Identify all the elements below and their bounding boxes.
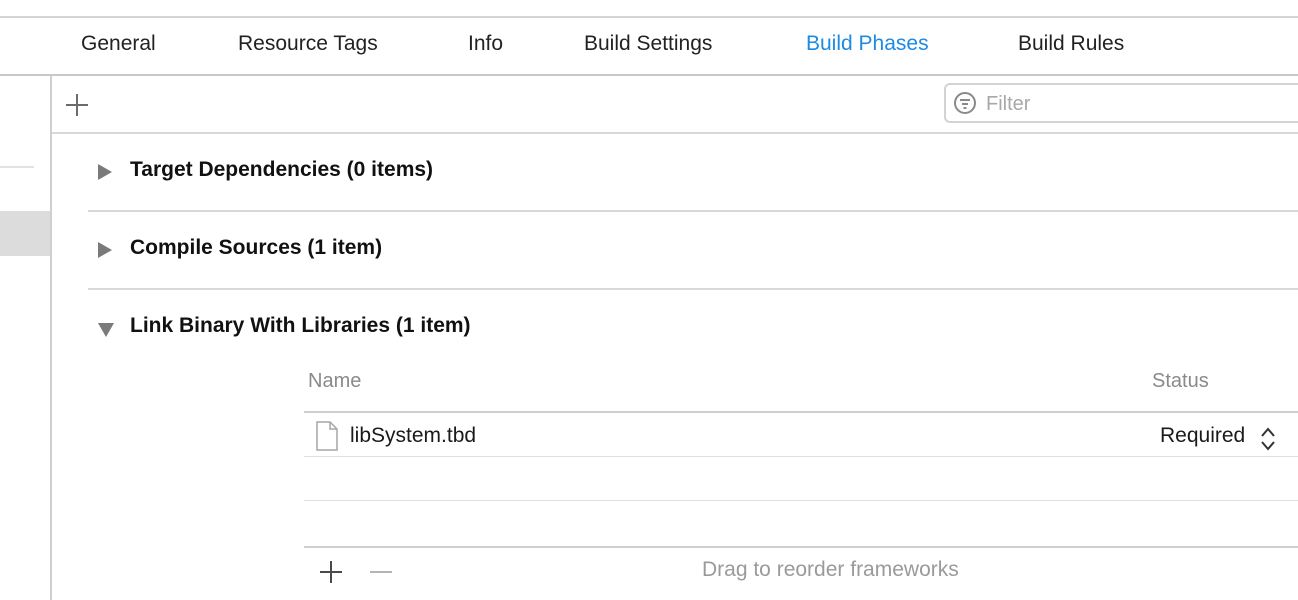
- sidebar-divider: [50, 76, 52, 600]
- toolbar-divider: [52, 132, 1298, 134]
- disclosure-triangle-collapsed-icon[interactable]: [98, 164, 112, 180]
- disclosure-triangle-collapsed-icon[interactable]: [98, 242, 112, 258]
- phase-divider: [88, 288, 1298, 290]
- tab-build-settings[interactable]: Build Settings: [584, 32, 712, 56]
- tab-general[interactable]: General: [81, 32, 156, 56]
- table-footer-divider: [304, 546, 1298, 548]
- phase-title: Target Dependencies (0 items): [130, 158, 434, 181]
- phase-divider: [88, 210, 1298, 212]
- tab-build-phases[interactable]: Build Phases: [806, 32, 929, 56]
- disclosure-triangle-expanded-icon[interactable]: [98, 323, 114, 337]
- sidebar-separator: [0, 166, 34, 168]
- tab-info[interactable]: Info: [468, 32, 503, 56]
- add-library-plus-icon[interactable]: [320, 561, 342, 583]
- drag-to-reorder-hint: Drag to reorder frameworks: [702, 558, 959, 581]
- phase-target-dependencies[interactable]: Target Dependencies (0 items): [98, 158, 598, 188]
- tab-resource-tags[interactable]: Resource Tags: [238, 32, 378, 56]
- column-header-status[interactable]: Status: [1152, 370, 1209, 393]
- file-icon: [316, 421, 338, 451]
- filter-field[interactable]: [944, 83, 1298, 123]
- filter-input[interactable]: [986, 91, 1286, 117]
- add-phase-plus-icon[interactable]: [66, 94, 88, 116]
- tab-bar-divider: [0, 74, 1298, 76]
- library-name: libSystem.tbd: [350, 424, 477, 447]
- column-header-name[interactable]: Name: [308, 370, 361, 393]
- chevron-up-down-icon[interactable]: [1260, 426, 1276, 452]
- row-divider: [304, 456, 1298, 457]
- phase-link-binary-with-libraries[interactable]: Link Binary With Libraries (1 item): [98, 314, 598, 344]
- phase-compile-sources[interactable]: Compile Sources (1 item): [98, 236, 598, 266]
- library-status-select[interactable]: Required: [1160, 424, 1245, 448]
- tab-build-rules[interactable]: Build Rules: [1018, 32, 1124, 56]
- sidebar-selected-target[interactable]: [0, 211, 50, 256]
- table-header-divider: [304, 411, 1298, 413]
- phase-title: Compile Sources (1 item): [130, 236, 383, 259]
- filter-icon: [954, 92, 976, 114]
- row-divider: [304, 500, 1298, 501]
- top-border: [0, 16, 1298, 18]
- phase-title: Link Binary With Libraries (1 item): [130, 314, 471, 337]
- remove-library-minus-icon[interactable]: [370, 571, 392, 573]
